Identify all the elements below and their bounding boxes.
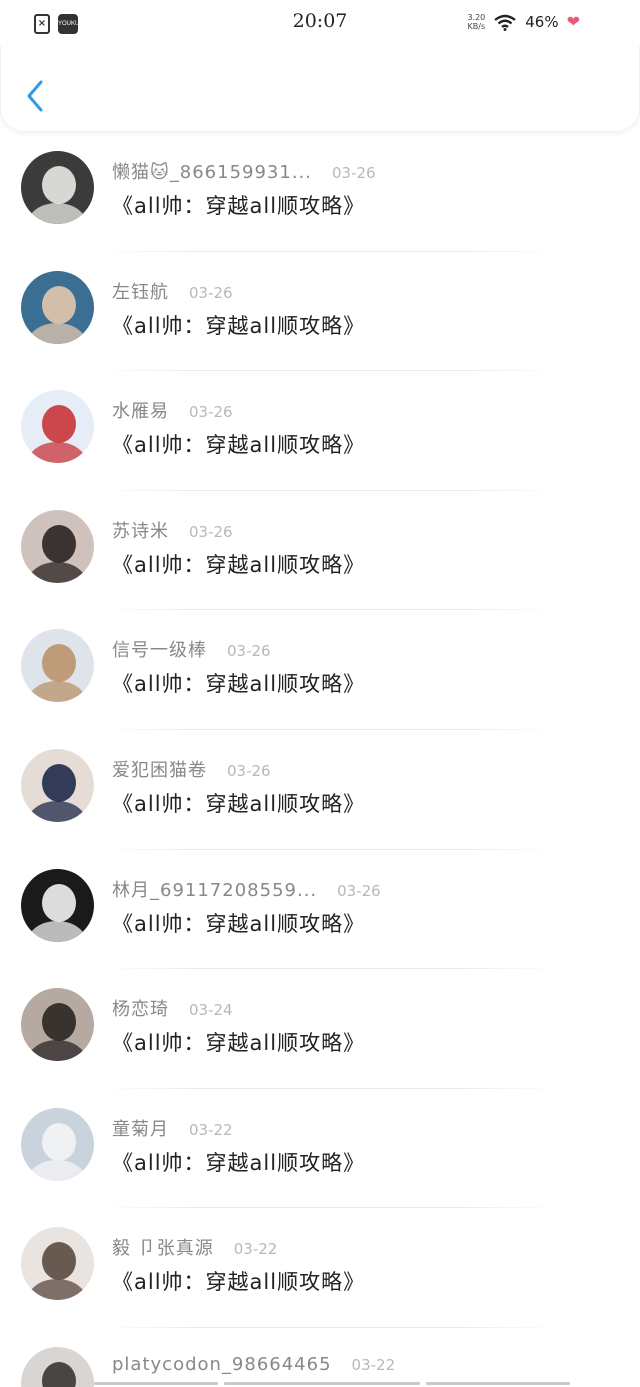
comment-text: 《all帅：穿越all顺攻略》 (112, 433, 366, 458)
comment-date: 03-26 (189, 403, 233, 422)
avatar[interactable] (21, 748, 94, 822)
comment-date: 03-22 (189, 1120, 233, 1139)
status-bar: × YOUKU 20:07 3.20 KB/s 46% ❤ (0, 0, 640, 46)
wifi-icon (494, 14, 516, 31)
username[interactable]: 水雁易 (112, 397, 169, 423)
avatar[interactable] (21, 151, 94, 224)
avatar[interactable] (21, 868, 94, 942)
avatar[interactable] (21, 509, 94, 583)
avatar[interactable] (21, 390, 94, 464)
comment-row[interactable]: 林月_69117208559... 03-26 《all帅：穿越all顺攻略》 (0, 850, 640, 970)
comment-text: 《all帅：穿越all顺攻略》 (112, 1031, 366, 1056)
comment-row[interactable]: 爱犯困猫卷 03-26 《all帅：穿越all顺攻略》 (0, 730, 640, 850)
comment-text: 《all帅：穿越all顺攻略》 (112, 194, 366, 218)
comment-meta: platycodon_98664465 03-22 (112, 1354, 395, 1375)
heart-battery-icon: ❤ (566, 12, 580, 31)
comment-text: 《all帅：穿越all顺攻略》 (112, 1270, 366, 1295)
comment-meta: 水雁易 03-26 (112, 397, 233, 423)
username[interactable]: 左钰航 (112, 278, 169, 304)
chevron-left-icon (27, 80, 43, 112)
comment-text: 《all帅：穿越all顺攻略》 (112, 672, 366, 697)
battery-level: 46% (525, 12, 559, 31)
comment-date: 03-26 (189, 522, 233, 541)
avatar[interactable] (21, 1107, 94, 1181)
comment-text: 《all帅：穿越all顺攻略》 (112, 1150, 366, 1175)
comment-row[interactable]: platycodon_98664465 03-22 (0, 1328, 640, 1387)
username[interactable]: 杨恋琦 (112, 995, 169, 1021)
comment-meta: 爱犯困猫卷 03-26 (112, 756, 271, 782)
username[interactable]: 苏诗米 (112, 517, 169, 543)
username[interactable]: 爱犯困猫卷 (112, 756, 207, 782)
avatar[interactable] (21, 1346, 94, 1387)
username[interactable]: 信号一级棒 (112, 636, 207, 662)
comment-row[interactable]: 左钰航 03-26 《all帅：穿越all顺攻略》 (0, 252, 640, 372)
comment-row[interactable]: 水雁易 03-26 《all帅：穿越all顺攻略》 (0, 371, 640, 491)
comment-date: 03-26 (227, 761, 271, 780)
comment-date: 03-24 (189, 1001, 233, 1020)
avatar[interactable] (21, 629, 94, 703)
top-nav-bar (0, 46, 640, 132)
comment-date: 03-22 (351, 1355, 396, 1374)
comment-row[interactable]: 苏诗米 03-26 《all帅：穿越all顺攻略》 (0, 491, 640, 611)
comment-meta: 苏诗米 03-26 (112, 517, 233, 543)
comment-text: 《all帅：穿越all顺攻略》 (112, 552, 366, 577)
comment-row[interactable]: 信号一级棒 03-26 《all帅：穿越all顺攻略》 (0, 610, 640, 730)
comment-date: 03-26 (337, 881, 381, 900)
comment-meta: 林月_69117208559... 03-26 (112, 876, 381, 902)
comment-row[interactable]: 杨恋琦 03-24 《all帅：穿越all顺攻略》 (0, 969, 640, 1089)
comment-text: 《all帅：穿越all顺攻略》 (112, 791, 366, 816)
avatar[interactable] (21, 270, 94, 344)
bottom-gesture-bar (94, 1382, 570, 1385)
username[interactable]: 毅 卩张真源 (112, 1234, 214, 1260)
comment-date: 03-26 (332, 164, 376, 182)
comment-text: 《all帅：穿越all顺攻略》 (112, 911, 366, 936)
comment-row[interactable]: 毅 卩张真源 03-22 《all帅：穿越all顺攻略》 (0, 1208, 640, 1328)
status-bar-system: 3.20 KB/s 46% ❤ (467, 12, 580, 31)
comment-list: 懒猫🐱_866159931... 03-26 《all帅：穿越all顺攻略》 左钰航 0… (0, 132, 640, 1387)
comment-meta: 毅 卩张真源 03-22 (112, 1234, 277, 1260)
comment-meta: 童菊月 03-22 (112, 1115, 233, 1141)
username[interactable]: platycodon_98664465 (112, 1354, 332, 1375)
comment-row[interactable]: 懒猫🐱_866159931... 03-26 《all帅：穿越all顺攻略》 (0, 132, 640, 252)
username[interactable]: 林月_69117208559... (112, 876, 317, 902)
comment-text: 《all帅：穿越all顺攻略》 (112, 313, 366, 338)
username[interactable]: 懒猫🐱_866159931... (112, 158, 312, 184)
comment-meta: 懒猫🐱_866159931... 03-26 (112, 158, 376, 184)
network-speed: 3.20 KB/s (467, 12, 486, 31)
comment-date: 03-26 (189, 283, 233, 302)
avatar[interactable] (21, 988, 94, 1062)
username[interactable]: 童菊月 (112, 1115, 169, 1141)
comment-meta: 杨恋琦 03-24 (112, 995, 233, 1021)
comment-date: 03-26 (227, 642, 271, 661)
avatar[interactable] (21, 1227, 94, 1301)
comment-meta: 左钰航 03-26 (112, 278, 233, 304)
comment-date: 03-22 (233, 1240, 278, 1259)
comment-meta: 信号一级棒 03-26 (112, 636, 271, 662)
back-button[interactable] (21, 78, 51, 114)
comment-row[interactable]: 童菊月 03-22 《all帅：穿越all顺攻略》 (0, 1089, 640, 1209)
